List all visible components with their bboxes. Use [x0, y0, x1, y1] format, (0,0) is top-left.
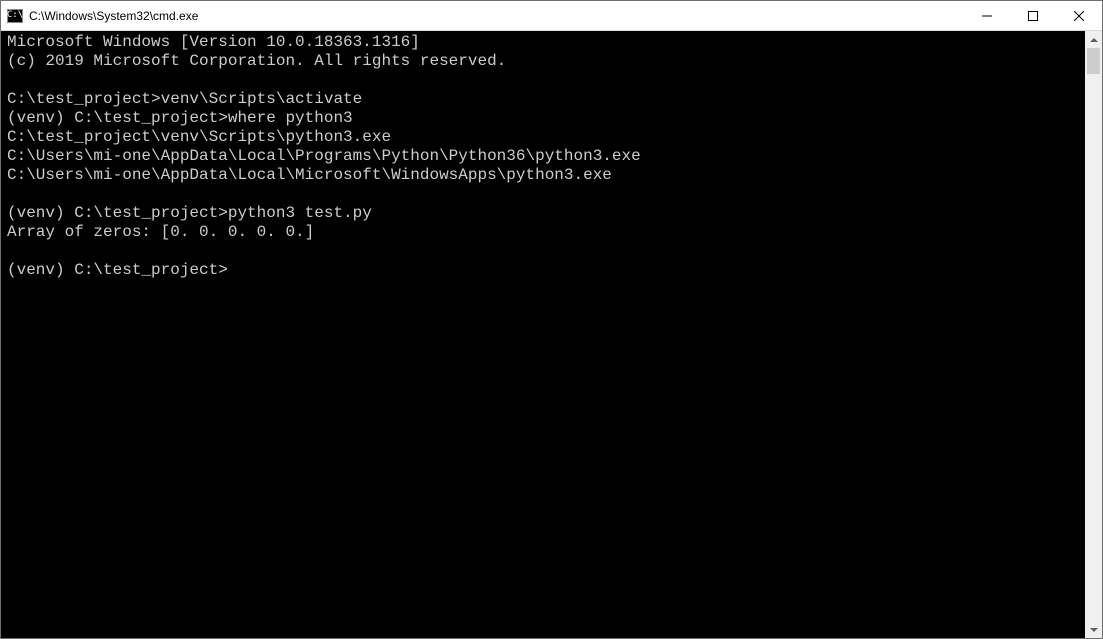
terminal-line: C:\test_project\venv\Scripts\python3.exe — [7, 128, 1085, 147]
terminal-line: (venv) C:\test_project>python3 test.py — [7, 204, 1085, 223]
terminal-line: C:\Users\mi-one\AppData\Local\Microsoft\… — [7, 166, 1085, 185]
terminal-line: C:\test_project>venv\Scripts\activate — [7, 90, 1085, 109]
terminal-line — [7, 185, 1085, 204]
scrollbar-thumb[interactable] — [1087, 48, 1100, 74]
scroll-down-button[interactable] — [1085, 621, 1102, 638]
terminal-line: (venv) C:\test_project>where python3 — [7, 109, 1085, 128]
vertical-scrollbar[interactable] — [1085, 31, 1102, 638]
window-title: C:\Windows\System32\cmd.exe — [29, 9, 198, 23]
scroll-up-button[interactable] — [1085, 31, 1102, 48]
window-controls — [964, 1, 1102, 30]
maximize-button[interactable] — [1010, 1, 1056, 30]
minimize-button[interactable] — [964, 1, 1010, 30]
terminal-output[interactable]: Microsoft Windows [Version 10.0.18363.13… — [1, 31, 1085, 638]
terminal-line: (venv) C:\test_project> — [7, 261, 1085, 280]
terminal-line: (c) 2019 Microsoft Corporation. All righ… — [7, 52, 1085, 71]
cmd-icon: C:\ — [7, 9, 23, 23]
terminal-line: Microsoft Windows [Version 10.0.18363.13… — [7, 33, 1085, 52]
titlebar[interactable]: C:\ C:\Windows\System32\cmd.exe — [1, 1, 1102, 31]
close-button[interactable] — [1056, 1, 1102, 30]
cmd-window: C:\ C:\Windows\System32\cmd.exe Microsof… — [0, 0, 1103, 639]
terminal-line — [7, 242, 1085, 261]
terminal-line: Array of zeros: [0. 0. 0. 0. 0.] — [7, 223, 1085, 242]
scrollbar-track[interactable] — [1085, 48, 1102, 621]
client-area: Microsoft Windows [Version 10.0.18363.13… — [1, 31, 1102, 638]
terminal-line — [7, 71, 1085, 90]
title-left: C:\ C:\Windows\System32\cmd.exe — [1, 9, 198, 23]
terminal-line: C:\Users\mi-one\AppData\Local\Programs\P… — [7, 147, 1085, 166]
